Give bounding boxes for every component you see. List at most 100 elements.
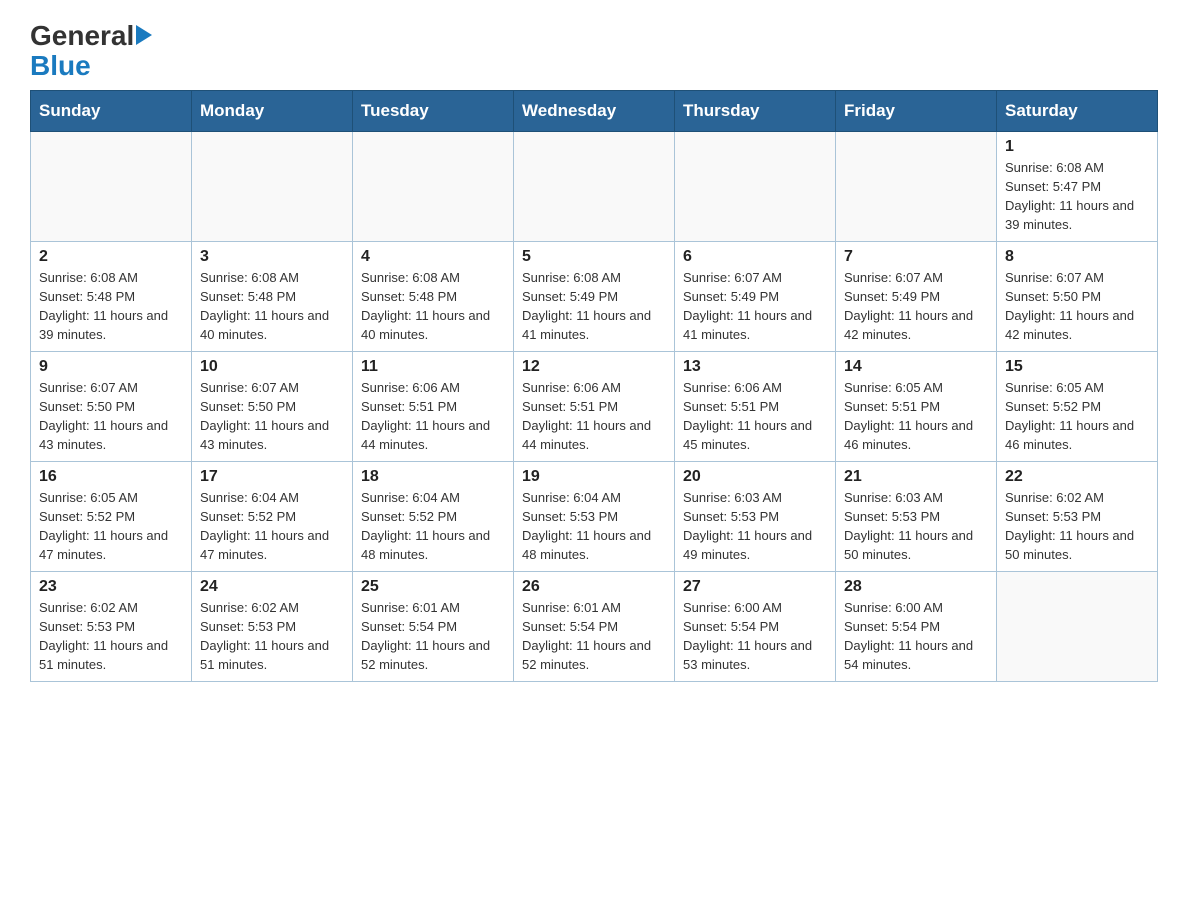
- day-info: Sunrise: 6:08 AMSunset: 5:48 PMDaylight:…: [200, 269, 344, 344]
- calendar-cell: 27 Sunrise: 6:00 AMSunset: 5:54 PMDayligh…: [675, 572, 836, 682]
- day-number: 7: [844, 248, 988, 266]
- day-number: 4: [361, 248, 505, 266]
- day-number: 20: [683, 468, 827, 486]
- day-info: Sunrise: 6:08 AMSunset: 5:48 PMDaylight:…: [361, 269, 505, 344]
- day-info: Sunrise: 6:05 AMSunset: 5:52 PMDaylight:…: [39, 489, 183, 564]
- day-number: 13: [683, 358, 827, 376]
- header-sunday: Sunday: [31, 91, 192, 132]
- calendar-cell: 18 Sunrise: 6:04 AMSunset: 5:52 PMDayligh…: [353, 462, 514, 572]
- day-number: 3: [200, 248, 344, 266]
- day-number: 19: [522, 468, 666, 486]
- calendar-cell: 6 Sunrise: 6:07 AMSunset: 5:49 PMDaylight…: [675, 242, 836, 352]
- header-saturday: Saturday: [997, 91, 1158, 132]
- day-number: 15: [1005, 358, 1149, 376]
- day-number: 26: [522, 578, 666, 596]
- logo: General Blue: [30, 20, 152, 80]
- header-monday: Monday: [192, 91, 353, 132]
- day-info: Sunrise: 6:04 AMSunset: 5:53 PMDaylight:…: [522, 489, 666, 564]
- day-number: 1: [1005, 138, 1149, 156]
- header-tuesday: Tuesday: [353, 91, 514, 132]
- day-info: Sunrise: 6:06 AMSunset: 5:51 PMDaylight:…: [522, 379, 666, 454]
- day-info: Sunrise: 6:08 AMSunset: 5:49 PMDaylight:…: [522, 269, 666, 344]
- day-info: Sunrise: 6:00 AMSunset: 5:54 PMDaylight:…: [844, 599, 988, 674]
- day-number: 2: [39, 248, 183, 266]
- day-number: 11: [361, 358, 505, 376]
- calendar-cell: 4 Sunrise: 6:08 AMSunset: 5:48 PMDaylight…: [353, 242, 514, 352]
- day-number: 27: [683, 578, 827, 596]
- day-info: Sunrise: 6:00 AMSunset: 5:54 PMDaylight:…: [683, 599, 827, 674]
- calendar-cell: 20Sunrise: 6:03 AMSunset: 5:53 PMDayligh…: [675, 462, 836, 572]
- day-info: Sunrise: 6:07 AMSunset: 5:50 PMDaylight:…: [39, 379, 183, 454]
- calendar-cell: 26 Sunrise: 6:01 AMSunset: 5:54 PMDayligh…: [514, 572, 675, 682]
- header-thursday: Thursday: [675, 91, 836, 132]
- day-info: Sunrise: 6:05 AMSunset: 5:52 PMDaylight:…: [1005, 379, 1149, 454]
- day-info: Sunrise: 6:02 AMSunset: 5:53 PMDaylight:…: [1005, 489, 1149, 564]
- day-number: 17: [200, 468, 344, 486]
- day-number: 28: [844, 578, 988, 596]
- day-number: 5: [522, 248, 666, 266]
- calendar-cell: [192, 132, 353, 242]
- calendar-table: Sunday Monday Tuesday Wednesday Thursday…: [30, 90, 1158, 682]
- calendar-cell: 16 Sunrise: 6:05 AMSunset: 5:52 PMDayligh…: [31, 462, 192, 572]
- logo-blue-text: Blue: [30, 52, 91, 80]
- calendar-cell: 5 Sunrise: 6:08 AMSunset: 5:49 PMDaylight…: [514, 242, 675, 352]
- calendar-cell: 25 Sunrise: 6:01 AMSunset: 5:54 PMDayligh…: [353, 572, 514, 682]
- calendar-cell: 24 Sunrise: 6:02 AMSunset: 5:53 PMDayligh…: [192, 572, 353, 682]
- calendar-week-row-1: 1 Sunrise: 6:08 AMSunset: 5:47 PMDaylight…: [31, 132, 1158, 242]
- calendar-cell: 3 Sunrise: 6:08 AMSunset: 5:48 PMDaylight…: [192, 242, 353, 352]
- calendar-cell: 13 Sunrise: 6:06 AMSunset: 5:51 PMDayligh…: [675, 352, 836, 462]
- day-number: 6: [683, 248, 827, 266]
- logo-general-text: General: [30, 20, 134, 52]
- calendar-cell: 9 Sunrise: 6:07 AMSunset: 5:50 PMDaylight…: [31, 352, 192, 462]
- calendar-cell: 15 Sunrise: 6:05 AMSunset: 5:52 PMDayligh…: [997, 352, 1158, 462]
- day-number: 8: [1005, 248, 1149, 266]
- calendar-cell: 14Sunrise: 6:05 AMSunset: 5:51 PMDayligh…: [836, 352, 997, 462]
- calendar-cell: 21 Sunrise: 6:03 AMSunset: 5:53 PMDayligh…: [836, 462, 997, 572]
- calendar-cell: 12 Sunrise: 6:06 AMSunset: 5:51 PMDayligh…: [514, 352, 675, 462]
- day-info: Sunrise: 6:08 AMSunset: 5:47 PMDaylight:…: [1005, 159, 1149, 234]
- day-number: 9: [39, 358, 183, 376]
- day-number: 25: [361, 578, 505, 596]
- calendar-cell: [353, 132, 514, 242]
- day-number: 16: [39, 468, 183, 486]
- day-info: Sunrise: 6:01 AMSunset: 5:54 PMDaylight:…: [522, 599, 666, 674]
- header-friday: Friday: [836, 91, 997, 132]
- day-info: Sunrise: 6:02 AMSunset: 5:53 PMDaylight:…: [39, 599, 183, 674]
- calendar-cell: 8Sunrise: 6:07 AMSunset: 5:50 PMDaylight…: [997, 242, 1158, 352]
- day-number: 21: [844, 468, 988, 486]
- day-number: 10: [200, 358, 344, 376]
- calendar-cell: [31, 132, 192, 242]
- day-info: Sunrise: 6:01 AMSunset: 5:54 PMDaylight:…: [361, 599, 505, 674]
- calendar-cell: 10Sunrise: 6:07 AMSunset: 5:50 PMDayligh…: [192, 352, 353, 462]
- day-number: 18: [361, 468, 505, 486]
- calendar-cell: 17 Sunrise: 6:04 AMSunset: 5:52 PMDayligh…: [192, 462, 353, 572]
- day-info: Sunrise: 6:04 AMSunset: 5:52 PMDaylight:…: [200, 489, 344, 564]
- day-number: 12: [522, 358, 666, 376]
- day-info: Sunrise: 6:02 AMSunset: 5:53 PMDaylight:…: [200, 599, 344, 674]
- calendar-week-row-5: 23 Sunrise: 6:02 AMSunset: 5:53 PMDayligh…: [31, 572, 1158, 682]
- calendar-week-row-2: 2 Sunrise: 6:08 AMSunset: 5:48 PMDaylight…: [31, 242, 1158, 352]
- calendar-cell: [836, 132, 997, 242]
- calendar-header-row: Sunday Monday Tuesday Wednesday Thursday…: [31, 91, 1158, 132]
- calendar-cell: [514, 132, 675, 242]
- calendar-cell: 23 Sunrise: 6:02 AMSunset: 5:53 PMDayligh…: [31, 572, 192, 682]
- calendar-cell: 28 Sunrise: 6:00 AMSunset: 5:54 PMDayligh…: [836, 572, 997, 682]
- day-info: Sunrise: 6:05 AMSunset: 5:51 PMDaylight:…: [844, 379, 988, 454]
- day-info: Sunrise: 6:07 AMSunset: 5:49 PMDaylight:…: [683, 269, 827, 344]
- calendar-cell: 22Sunrise: 6:02 AMSunset: 5:53 PMDayligh…: [997, 462, 1158, 572]
- calendar-cell: 11 Sunrise: 6:06 AMSunset: 5:51 PMDayligh…: [353, 352, 514, 462]
- calendar-cell: 7 Sunrise: 6:07 AMSunset: 5:49 PMDaylight…: [836, 242, 997, 352]
- calendar-cell: 2 Sunrise: 6:08 AMSunset: 5:48 PMDaylight…: [31, 242, 192, 352]
- day-info: Sunrise: 6:08 AMSunset: 5:48 PMDaylight:…: [39, 269, 183, 344]
- day-info: Sunrise: 6:06 AMSunset: 5:51 PMDaylight:…: [683, 379, 827, 454]
- calendar-cell: 1 Sunrise: 6:08 AMSunset: 5:47 PMDaylight…: [997, 132, 1158, 242]
- calendar-cell: [997, 572, 1158, 682]
- page-header: General Blue: [30, 20, 1158, 80]
- day-number: 23: [39, 578, 183, 596]
- day-info: Sunrise: 6:04 AMSunset: 5:52 PMDaylight:…: [361, 489, 505, 564]
- day-info: Sunrise: 6:03 AMSunset: 5:53 PMDaylight:…: [844, 489, 988, 564]
- day-info: Sunrise: 6:07 AMSunset: 5:49 PMDaylight:…: [844, 269, 988, 344]
- day-info: Sunrise: 6:06 AMSunset: 5:51 PMDaylight:…: [361, 379, 505, 454]
- calendar-week-row-4: 16 Sunrise: 6:05 AMSunset: 5:52 PMDayligh…: [31, 462, 1158, 572]
- day-number: 24: [200, 578, 344, 596]
